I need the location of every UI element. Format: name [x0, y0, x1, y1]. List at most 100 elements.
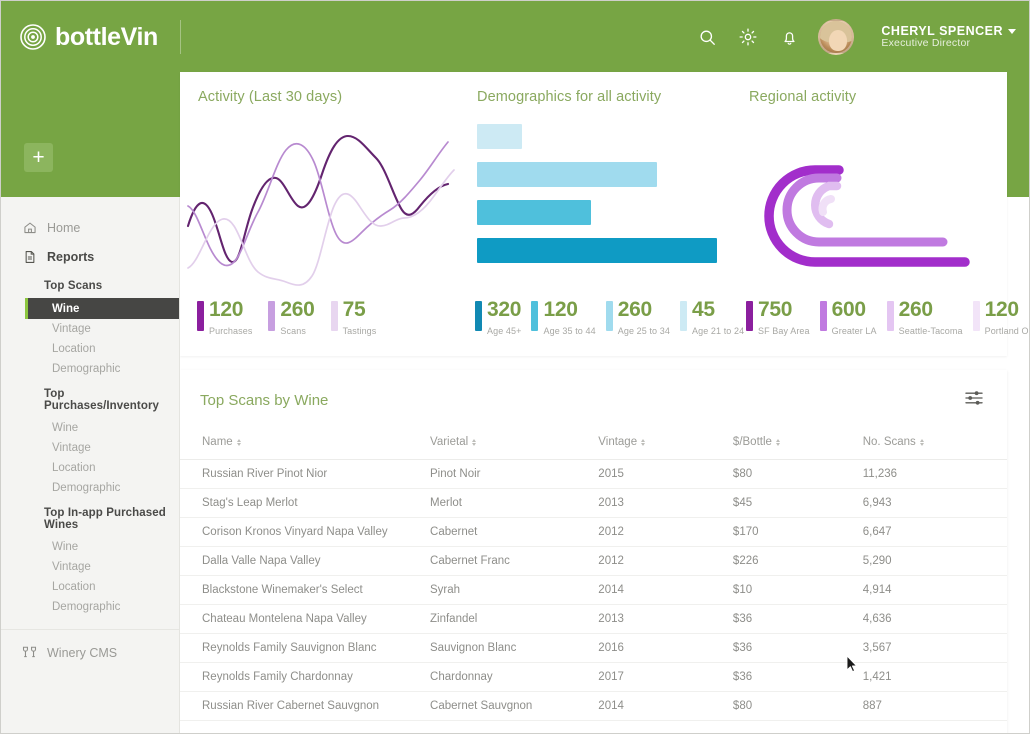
table-row[interactable]: Reynolds Family Sauvignon Blanc Sauvignon…: [180, 633, 1007, 663]
table-column-label: Vintage: [598, 436, 638, 448]
sidebar-item-home[interactable]: Home: [0, 213, 179, 242]
sidebar-group-title: Top Scans: [44, 280, 103, 292]
sidebar-item-vintage[interactable]: Vintage: [0, 319, 179, 339]
table-cell-scans: 11,236: [862, 459, 1007, 489]
table-cell-varietal: Cabernet Franc: [430, 546, 599, 576]
demographics-bar-chart: [477, 124, 717, 276]
demographics-bar: [477, 200, 591, 225]
sidebar-item-demographic[interactable]: Demographic: [0, 478, 179, 498]
avatar[interactable]: [818, 19, 855, 55]
demographics-bar: [477, 124, 522, 149]
table-row[interactable]: Chateau Montelena Napa Valley Zinfandel 20…: [180, 604, 1007, 634]
table-cell-vintage: 2015: [598, 459, 733, 489]
chevron-down-icon[interactable]: [1008, 28, 1016, 34]
table-cell-varietal: Chardonnay: [430, 662, 599, 692]
sidebar-item-location[interactable]: Location: [0, 458, 179, 478]
legend-swatch: [972, 301, 980, 331]
legend-value: 120: [984, 298, 1019, 321]
legend-label: SF Bay Area: [758, 326, 810, 336]
table-cell-name: Reynolds Family Chardonnay: [180, 662, 431, 692]
table-cell-vintage: 2012: [598, 546, 733, 576]
sidebar-item-reports-label: Reports: [47, 249, 95, 264]
card-activity-title: Activity (Last 30 days): [198, 89, 343, 105]
legend-label: Scans: [280, 326, 306, 336]
brand-name: bottleVin: [55, 22, 158, 51]
legend-value: 260: [280, 298, 315, 321]
table-cell-vintage: 2012: [598, 517, 733, 547]
table-row[interactable]: Blackstone Winemaker's Select Syrah 2014 $1…: [180, 575, 1007, 605]
sidebar-item-winery-cms-label: Winery CMS: [47, 645, 118, 660]
concentric-circles-icon: [20, 24, 46, 50]
demographics-bar: [477, 162, 657, 187]
sidebar-item-vintage[interactable]: Vintage: [0, 557, 179, 577]
table-cell-varietal: Sauvignon Blanc: [430, 633, 599, 663]
sidebar-item-vintage[interactable]: Vintage: [0, 438, 179, 458]
legend-label: Tastings: [342, 326, 377, 336]
legend-value: 260: [898, 298, 933, 321]
table-cell-bottle: $226: [732, 546, 863, 576]
sidebar-item-location[interactable]: Location: [0, 577, 179, 597]
sort-arrows-icon[interactable]: [775, 438, 780, 446]
sidebar-item-home-label: Home: [47, 220, 81, 235]
wine-glasses-icon: [22, 645, 37, 660]
table-cell-scans: 4,636: [862, 604, 1007, 634]
sidebar-item-demographic[interactable]: Demographic: [0, 359, 179, 379]
table-cell-varietal: Cabernet Sauvgnon: [430, 691, 599, 721]
sort-arrows-icon[interactable]: [919, 438, 924, 446]
table-cell-scans: 4,914: [862, 575, 1007, 605]
legend-swatch: [197, 301, 204, 331]
sidebar-item-wine[interactable]: Wine: [0, 418, 179, 438]
sidebar-item-winery-cms[interactable]: Winery CMS: [0, 638, 179, 667]
table-column-label: Name: [202, 436, 233, 448]
table-column-header[interactable]: No. Scans: [862, 436, 1007, 460]
table-cell-bottle: $36: [732, 633, 863, 663]
sidebar-item-wine[interactable]: Wine: [25, 298, 179, 319]
sort-arrows-icon[interactable]: [472, 438, 477, 446]
table-cell-bottle: $36: [732, 662, 863, 692]
legend-item: 120 Portland OR: [972, 298, 1030, 338]
table-row[interactable]: Stag's Leap Merlot Merlot 2013 $45 6,943: [180, 488, 1007, 518]
sort-arrows-icon[interactable]: [641, 438, 646, 446]
table-column-header[interactable]: $/Bottle: [732, 436, 863, 460]
table-column-header[interactable]: Name: [180, 436, 431, 460]
table-cell-bottle: $45: [732, 488, 863, 518]
legend-swatch: [679, 301, 687, 331]
legend-value: 120: [543, 298, 578, 321]
table-row[interactable]: Reynolds Family Chardonnay Chardonnay 2017…: [180, 662, 1007, 692]
legend-swatch: [746, 301, 753, 331]
search-icon[interactable]: [695, 25, 719, 49]
table-column-header[interactable]: Varietal: [430, 436, 599, 460]
table-row[interactable]: Dalla Valle Napa Valley Cabernet Franc 201…: [180, 546, 1007, 576]
table-cell-scans: 6,647: [862, 517, 1007, 547]
legend-item: 260 Age 25 to 34: [605, 299, 670, 338]
table-row[interactable]: Russian River Pinot Nior Pinot Noir 2015 $8…: [180, 459, 1007, 489]
sidebar-item-demographic[interactable]: Demographic: [0, 597, 179, 617]
sidebar-item-location[interactable]: Location: [0, 339, 179, 359]
table-cell-name: Stag's Leap Merlot: [180, 488, 431, 518]
legend-swatch: [475, 301, 482, 331]
table-cell-scans: 5,290: [862, 546, 1007, 576]
legend-swatch: [605, 301, 613, 331]
brand-logo[interactable]: bottleVin: [20, 23, 180, 52]
legend-value: 600: [831, 298, 866, 321]
legend-item: 120 Age 35 to 44: [531, 298, 596, 338]
legend-label: Portland OR: [984, 326, 1030, 336]
table-cell-name: Corison Kronos Vinyard Napa Valley: [180, 517, 431, 547]
table-row[interactable]: Corison Kronos Vinyard Napa Valley Cabern…: [180, 517, 1007, 547]
bell-icon[interactable]: [777, 25, 801, 49]
table-head-row: Name Varietal Vintage $/Bottle No. Scans: [180, 436, 1007, 460]
legend-swatch: [531, 301, 539, 331]
legend-value: 320: [487, 298, 522, 321]
top-scans-panel: Top Scans by Wine Name Varietal Vintage $/B…: [180, 370, 1007, 734]
legend-swatch: [886, 301, 894, 331]
user-menu[interactable]: CHERYL SPENCER Executive Director: [881, 24, 1016, 50]
add-button[interactable]: +: [24, 143, 53, 172]
sidebar-item-wine[interactable]: Wine: [0, 537, 179, 557]
sliders-icon[interactable]: [964, 388, 984, 408]
table-cell-bottle: $80: [732, 459, 863, 489]
gear-icon[interactable]: [736, 25, 760, 49]
table-row[interactable]: Russian River Cabernet Sauvgnon Cabernet …: [180, 691, 1007, 721]
sort-arrows-icon[interactable]: [236, 438, 241, 446]
table-column-header[interactable]: Vintage: [598, 436, 733, 460]
sidebar-item-reports[interactable]: Reports: [0, 242, 179, 271]
